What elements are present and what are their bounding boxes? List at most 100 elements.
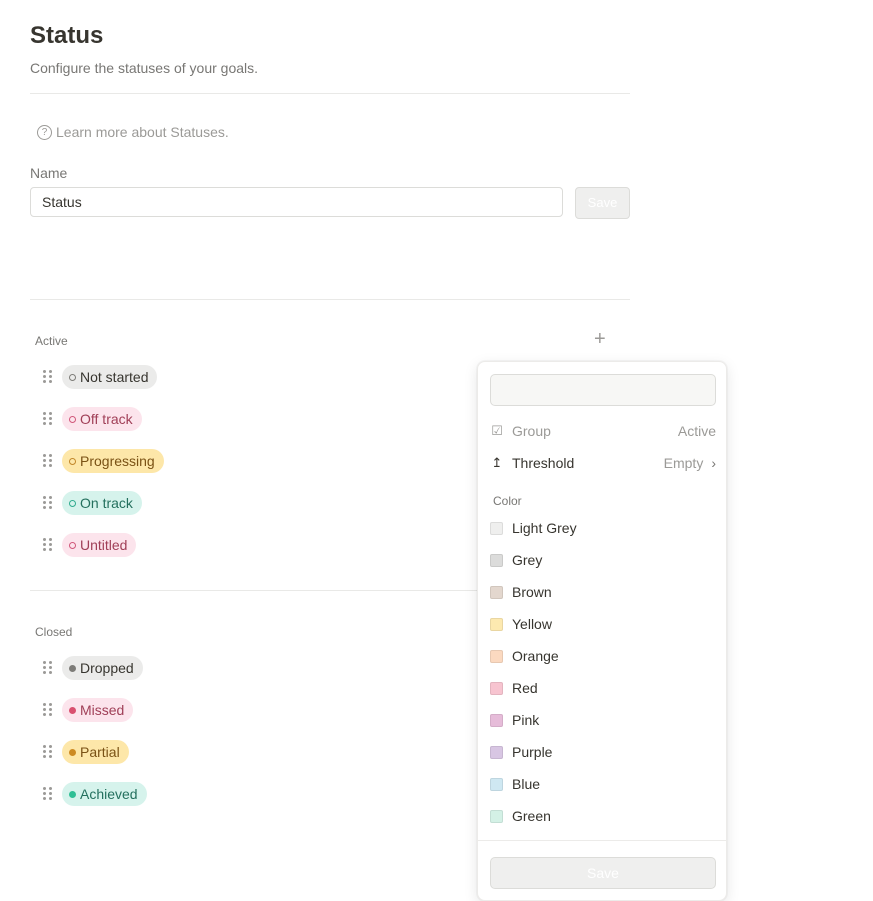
status-row[interactable]: Not started xyxy=(40,365,158,389)
color-label: Purple xyxy=(512,744,553,760)
color-label: Yellow xyxy=(512,616,552,632)
closed-section-label: Closed xyxy=(35,625,73,639)
learn-more-text: Learn more about Statuses. xyxy=(56,124,229,140)
status-pill[interactable]: Achieved xyxy=(62,782,147,806)
color-option[interactable]: Grey xyxy=(490,549,716,571)
color-label: Grey xyxy=(512,552,543,568)
color-swatch-icon xyxy=(490,777,503,791)
color-option[interactable]: Blue xyxy=(490,773,716,795)
popup-save-button[interactable]: Save xyxy=(490,857,716,889)
status-label: Not started xyxy=(80,369,149,385)
status-name-input[interactable] xyxy=(490,374,716,406)
status-label: Off track xyxy=(80,411,133,427)
color-swatch-icon xyxy=(490,713,503,727)
popup-divider xyxy=(478,840,726,841)
drag-handle-icon[interactable] xyxy=(40,453,54,469)
status-dot-icon xyxy=(69,415,76,423)
color-heading: Color xyxy=(493,494,522,508)
page-subtitle: Configure the statuses of your goals. xyxy=(30,60,259,76)
color-option[interactable]: Brown xyxy=(490,581,716,603)
color-option[interactable]: Pink xyxy=(490,709,716,731)
drag-handle-icon[interactable] xyxy=(40,744,54,760)
status-dot-icon xyxy=(69,748,76,756)
color-swatch-icon xyxy=(490,681,503,695)
section-divider xyxy=(30,299,630,300)
status-label: Untitled xyxy=(80,537,128,553)
status-label: Achieved xyxy=(80,786,138,802)
status-dot-icon xyxy=(69,664,76,672)
threshold-value: Empty xyxy=(663,455,704,471)
status-dot-icon xyxy=(69,499,76,507)
status-row[interactable]: Dropped xyxy=(40,656,143,680)
color-label: Blue xyxy=(512,776,541,792)
group-value: Active xyxy=(677,423,716,439)
status-dot-icon xyxy=(69,706,76,714)
threshold-row[interactable]: ↥ Threshold Empty › xyxy=(490,452,716,474)
closed-divider xyxy=(30,590,478,591)
status-pill[interactable]: Off track xyxy=(62,407,142,431)
status-row[interactable]: Partial xyxy=(40,740,129,764)
status-dot-icon xyxy=(69,373,76,381)
status-dot-icon xyxy=(69,541,76,549)
status-pill[interactable]: Dropped xyxy=(62,656,143,680)
color-label: Green xyxy=(512,808,551,824)
status-row[interactable]: Missed xyxy=(40,698,134,722)
group-label: Group xyxy=(512,423,551,439)
color-label: Orange xyxy=(512,648,559,664)
learn-more-link[interactable]: ? Learn more about Statuses. xyxy=(37,124,229,140)
color-swatch-icon xyxy=(490,585,503,599)
color-option[interactable]: Light Grey xyxy=(490,517,716,539)
status-label: On track xyxy=(80,495,133,511)
color-option[interactable]: Red xyxy=(490,677,716,699)
status-row[interactable]: Untitled xyxy=(40,533,137,557)
active-section-label: Active xyxy=(35,334,68,348)
color-option[interactable]: Purple xyxy=(490,741,716,763)
help-icon: ? xyxy=(37,124,52,140)
color-option[interactable]: Yellow xyxy=(490,613,716,635)
status-label: Partial xyxy=(80,744,120,760)
status-row[interactable]: Progressing xyxy=(40,449,164,473)
drag-handle-icon[interactable] xyxy=(40,537,54,553)
drag-handle-icon[interactable] xyxy=(40,786,54,802)
color-swatch-icon xyxy=(490,809,503,823)
status-pill[interactable]: On track xyxy=(62,491,142,515)
color-label: Brown xyxy=(512,584,552,600)
threshold-label: Threshold xyxy=(512,455,575,471)
threshold-right: Empty › xyxy=(664,455,716,471)
name-input[interactable] xyxy=(30,187,563,217)
add-status-button[interactable]: + xyxy=(594,329,606,349)
color-label: Pink xyxy=(512,712,540,728)
status-dot-icon xyxy=(69,457,76,465)
status-pill[interactable]: Missed xyxy=(62,698,134,722)
status-label: Dropped xyxy=(80,660,134,676)
group-row: ☑ Group Active xyxy=(490,420,716,442)
drag-handle-icon[interactable] xyxy=(40,495,54,511)
name-label: Name xyxy=(30,165,68,181)
drag-handle-icon[interactable] xyxy=(40,369,54,385)
status-pill[interactable]: Progressing xyxy=(62,449,164,473)
status-pill[interactable]: Untitled xyxy=(62,533,137,557)
color-swatch-icon xyxy=(490,521,503,535)
color-swatch-icon xyxy=(490,553,503,567)
status-row[interactable]: Off track xyxy=(40,407,142,431)
color-swatch-icon xyxy=(490,617,503,631)
name-save-button[interactable]: Save xyxy=(575,187,630,219)
drag-handle-icon[interactable] xyxy=(40,702,54,718)
chevron-right-icon: › xyxy=(711,455,716,471)
status-label: Missed xyxy=(80,702,125,718)
page-title: Status xyxy=(30,22,104,49)
drag-handle-icon[interactable] xyxy=(40,660,54,676)
status-row[interactable]: On track xyxy=(40,491,142,515)
status-pill[interactable]: Partial xyxy=(62,740,129,764)
arrow-up-icon: ↥ xyxy=(491,455,503,470)
color-label: Red xyxy=(512,680,538,696)
status-row[interactable]: Achieved xyxy=(40,782,147,806)
color-option[interactable]: Green xyxy=(490,805,716,827)
color-option[interactable]: Orange xyxy=(490,645,716,667)
drag-handle-icon[interactable] xyxy=(40,411,54,427)
color-swatch-icon xyxy=(490,649,503,663)
status-pill[interactable]: Not started xyxy=(62,365,158,389)
status-edit-popup: ☑ Group Active ↥ Threshold Empty › Color… xyxy=(477,361,727,901)
header-divider xyxy=(30,93,630,94)
status-label: Progressing xyxy=(80,453,155,469)
